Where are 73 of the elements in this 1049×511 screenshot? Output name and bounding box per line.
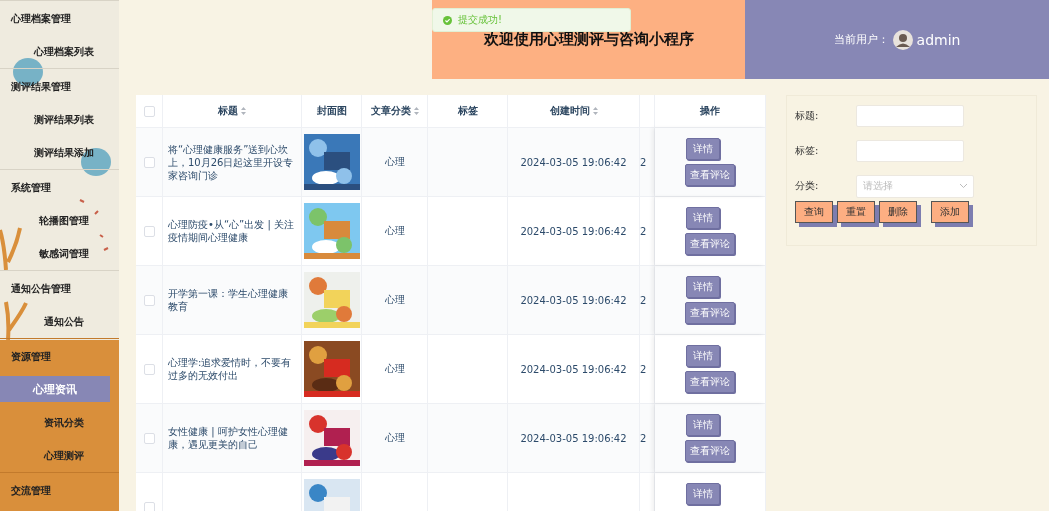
column-header: 封面图	[316, 104, 347, 118]
created-time: 2024-03-05 19:06:42	[520, 294, 627, 306]
toast-message: 提交成功!	[458, 13, 502, 27]
sort-icon[interactable]	[241, 107, 246, 115]
category-text: 心理	[384, 293, 405, 307]
column-header: 创建时间	[549, 104, 590, 118]
sidebar-group[interactable]: 系统管理	[0, 169, 119, 204]
table-cell: 2	[640, 156, 647, 168]
field-label: 分类:	[795, 179, 820, 193]
comments-button[interactable]: 查看评论	[685, 164, 735, 186]
article-title: 心理防疫•从“心”出发 | 关注疫情期间心理健康	[168, 218, 295, 244]
sidebar-item[interactable]: 敏感词管理	[0, 237, 110, 270]
sort-icon[interactable]	[413, 107, 419, 115]
column-header: 操作	[700, 104, 720, 118]
input-field[interactable]	[856, 140, 964, 162]
table-cell: 2	[640, 363, 647, 375]
created-time: 2024-03-05 19:06:42	[520, 156, 627, 168]
detail-button[interactable]: 详情	[686, 276, 720, 298]
comments-button[interactable]: 查看评论	[685, 440, 735, 462]
chevron-down-icon	[960, 184, 967, 188]
column-header: 文章分类	[370, 104, 411, 118]
sidebar-item[interactable]: 心理测评	[0, 439, 110, 472]
checkbox[interactable]	[143, 363, 155, 375]
input-field[interactable]	[856, 105, 964, 127]
category-text: 心理	[384, 362, 405, 376]
article-title: 开学第一课：学生心理健康教育	[168, 287, 289, 313]
detail-button[interactable]: 详情	[686, 207, 720, 229]
sidebar-item[interactable]: 测评结果列表	[0, 103, 110, 136]
sidebar-item[interactable]: 轮播图管理	[0, 204, 110, 237]
article-title: 将“心理健康服务”送到心坎上，10月26日起这里开设专家咨询门诊	[168, 142, 295, 182]
created-time: 2024-03-05 19:06:42	[520, 432, 627, 444]
table-cell: 2	[640, 294, 647, 306]
sidebar-item[interactable]: 通知公告	[0, 305, 110, 338]
avatar-icon	[892, 29, 913, 50]
field-label: 标签:	[795, 144, 820, 158]
category-text: 心理	[384, 224, 405, 238]
success-icon	[443, 15, 452, 25]
table-cell: 2	[640, 432, 647, 444]
sidebar-item[interactable]: 心理档案列表	[0, 35, 110, 68]
sort-icon[interactable]	[592, 107, 598, 115]
sidebar-group[interactable]: 资源管理	[0, 338, 119, 373]
category-text: 心理	[384, 155, 405, 169]
detail-button[interactable]: 详情	[686, 414, 720, 436]
created-time: 2024-03-05 19:06:42	[520, 225, 627, 237]
column-header: 标签	[457, 104, 478, 118]
detail-button[interactable]: 详情	[686, 345, 720, 367]
comments-button[interactable]: 查看评论	[685, 233, 735, 255]
checkbox[interactable]	[143, 501, 155, 511]
sidebar-item[interactable]: 资讯分类	[0, 406, 110, 439]
category-text: 心理	[384, 431, 405, 445]
detail-button[interactable]: 详情	[686, 483, 720, 505]
sidebar-item[interactable]: 测评结果添加	[0, 136, 110, 169]
sidebar-group[interactable]: 心理档案管理	[0, 0, 119, 35]
sidebar-group[interactable]: 交流管理	[0, 472, 119, 507]
comments-button[interactable]: 查看评论	[685, 371, 735, 393]
checkbox[interactable]	[143, 225, 155, 237]
checkbox[interactable]	[143, 432, 155, 444]
created-time: 2024-03-05 19:06:42	[520, 363, 627, 375]
detail-button[interactable]: 详情	[686, 138, 720, 160]
article-title: 心理学:追求爱情时，不要有过多的无效付出	[168, 356, 293, 382]
user-label: 当前用户：	[833, 32, 889, 47]
field-label: 标题:	[795, 109, 820, 123]
table-cell: 2	[640, 225, 647, 237]
checkbox[interactable]	[143, 294, 155, 306]
header-title: 欢迎使用心理测评与咨询小程序	[483, 30, 694, 49]
column-header: 标题	[218, 104, 238, 118]
comments-button[interactable]: 查看评论	[685, 302, 735, 324]
checkbox[interactable]	[143, 156, 155, 168]
checkbox[interactable]	[143, 105, 155, 117]
sidebar-item[interactable]: 心理资讯	[0, 376, 110, 402]
article-title: 女性健康 | 呵护女性心理健康，遇见更美的自己	[168, 425, 289, 451]
username: admin	[916, 31, 961, 48]
sidebar-group[interactable]: 通知公告管理	[0, 270, 119, 305]
